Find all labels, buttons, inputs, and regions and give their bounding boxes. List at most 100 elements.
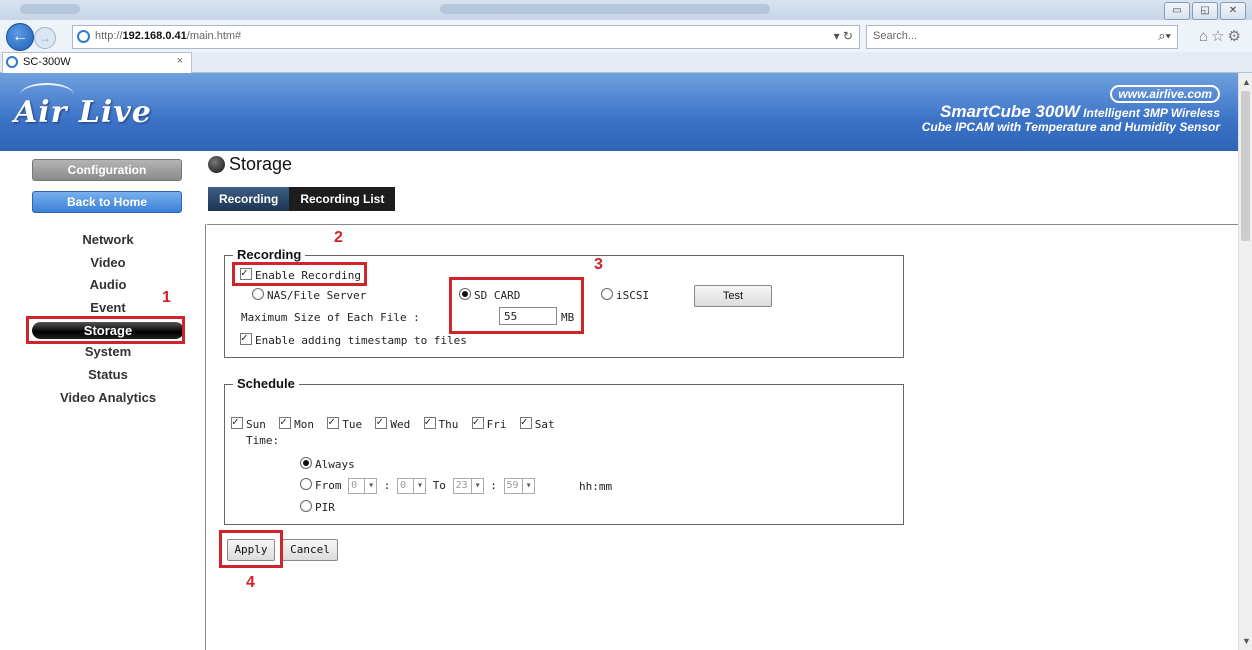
colon: : — [383, 479, 391, 492]
back-to-home-button[interactable]: Back to Home — [32, 191, 182, 213]
iscsi-label: iSCSI — [616, 289, 650, 302]
search-placeholder: Search... — [873, 30, 918, 42]
iscsi-radio[interactable]: iSCSI — [601, 288, 649, 302]
titlebar-blur — [20, 4, 80, 14]
test-button[interactable]: Test — [694, 285, 772, 307]
sidebar-item-video-analytics[interactable]: Video Analytics — [28, 387, 188, 410]
weekday-checkboxes: Sun Mon Tue Wed Thu Fri Sat — [231, 415, 555, 431]
window-controls: ▭ ◱ ✕ — [1164, 2, 1246, 20]
chevron-down-icon: ▾ — [470, 479, 481, 493]
cancel-button[interactable]: Cancel — [282, 539, 338, 561]
nas-radio[interactable]: NAS/File Server — [252, 288, 366, 302]
tab-recording-list[interactable]: Recording List — [289, 187, 396, 211]
day-label: Sat — [534, 418, 555, 431]
day-checkbox-fri[interactable]: Fri — [471, 415, 507, 431]
url-path: /main.htm# — [186, 30, 242, 42]
checkbox-checked-icon — [279, 415, 292, 429]
ie-icon — [6, 56, 18, 68]
address-url: http://192.168.0.41/main.htm# — [95, 30, 241, 42]
radio-empty-icon — [300, 478, 312, 490]
product-name: SmartCube 300W — [940, 102, 1080, 121]
url-prefix: http:// — [95, 30, 123, 42]
minimize-button[interactable]: ▭ — [1164, 2, 1190, 20]
scroll-down-icon[interactable]: ▼ — [1242, 636, 1251, 646]
refresh-icon[interactable]: ▾ ↻ — [834, 29, 853, 43]
search-input[interactable]: Search... ⌕▾ — [866, 25, 1178, 49]
checkbox-checked-icon — [375, 415, 388, 429]
day-label: Tue — [342, 418, 363, 431]
sidebar-item-system[interactable]: System — [28, 341, 188, 364]
radio-empty-icon — [601, 288, 613, 300]
product-caption: SmartCube 300W Intelligent 3MP Wireless … — [921, 102, 1220, 134]
checkbox-checked-icon — [519, 415, 532, 429]
tab-recording[interactable]: Recording — [208, 187, 290, 213]
annotation-box-apply — [219, 530, 283, 568]
day-label: Thu — [438, 418, 459, 431]
browser-toolbar-icons[interactable]: ⌂☆⚙ — [1199, 27, 1244, 45]
pir-radio[interactable]: PIR — [300, 500, 335, 514]
sidebar-item-status[interactable]: Status — [28, 364, 188, 387]
annotation-number-1: 1 — [162, 289, 171, 306]
day-checkbox-sun[interactable]: Sun — [231, 415, 266, 431]
content-left-border — [205, 224, 206, 650]
close-window-button[interactable]: ✕ — [1220, 2, 1246, 20]
colon: : — [490, 479, 497, 492]
to-minute-value: 59 — [506, 480, 519, 491]
chevron-down-icon: ▾ — [413, 479, 423, 493]
day-checkbox-wed[interactable]: Wed — [375, 415, 411, 431]
checkbox-checked-icon — [471, 415, 484, 429]
time-label: Time: — [246, 434, 280, 447]
titlebar-blur — [440, 4, 770, 14]
day-label: Wed — [390, 418, 411, 431]
to-minute-select[interactable]: 59 ▾ — [503, 478, 535, 494]
address-bar[interactable]: http://192.168.0.41/main.htm# ▾ ↻ — [72, 25, 860, 49]
day-checkbox-tue[interactable]: Tue — [327, 415, 363, 431]
checkbox-checked-icon — [327, 415, 340, 429]
forward-button[interactable]: → — [34, 27, 56, 49]
vertical-scrollbar[interactable]: ▲ ▼ — [1238, 73, 1252, 650]
product-line1: Intelligent 3MP Wireless — [1079, 106, 1220, 120]
url-host: 192.168.0.41 — [122, 30, 187, 42]
always-label: Always — [315, 458, 355, 471]
day-label: Fri — [486, 418, 507, 431]
annotation-number-2: 2 — [334, 229, 343, 246]
site-link[interactable]: www.airlive.com — [1110, 85, 1220, 103]
day-checkbox-thu[interactable]: Thu — [423, 415, 459, 431]
tab-close-icon[interactable]: × — [177, 55, 183, 67]
sidebar-item-network[interactable]: Network — [28, 229, 188, 252]
from-hour-select[interactable]: 0 ▾ — [348, 478, 378, 494]
browser-tab[interactable]: SC-300W × — [2, 52, 192, 73]
radio-empty-icon — [252, 288, 264, 300]
from-minute-select[interactable]: 0 ▾ — [397, 478, 427, 494]
scroll-up-icon[interactable]: ▲ — [1242, 77, 1251, 87]
checkbox-checked-icon — [231, 415, 243, 429]
window-titlebar: ▭ ◱ ✕ — [0, 0, 1252, 20]
annotation-number-4: 4 — [246, 574, 255, 591]
from-radio[interactable]: From 0 ▾ : 0 ▾ To 23 ▾ : 59 ▾ — [300, 478, 535, 494]
day-checkbox-mon[interactable]: Mon — [279, 415, 314, 431]
timestamp-checkbox[interactable]: Enable adding timestamp to files — [240, 331, 467, 347]
product-line2: Cube IPCAM with Temperature and Humidity… — [921, 120, 1220, 134]
from-label: From — [315, 479, 342, 492]
search-icon[interactable]: ⌕▾ — [1158, 28, 1171, 44]
recording-legend: Recording — [233, 247, 306, 262]
from-minute-value: 0 — [400, 480, 407, 491]
configuration-button[interactable]: Configuration — [32, 159, 182, 181]
checkbox-checked-icon — [423, 415, 436, 429]
storage-tabs: Recording Recording List — [208, 187, 396, 213]
scroll-thumb[interactable] — [1241, 91, 1250, 241]
timestamp-label: Enable adding timestamp to files — [255, 334, 467, 347]
nas-label: NAS/File Server — [267, 289, 367, 302]
sidebar-item-video[interactable]: Video — [28, 252, 188, 275]
pir-label: PIR — [315, 501, 335, 514]
day-label: Mon — [294, 418, 314, 431]
always-radio[interactable]: Always — [300, 457, 355, 471]
time-unit-label: hh:mm — [579, 480, 613, 493]
day-checkbox-sat[interactable]: Sat — [519, 415, 555, 431]
checkbox-checked-icon — [240, 331, 252, 345]
back-button[interactable]: ← — [6, 23, 34, 51]
to-hour-select[interactable]: 23 ▾ — [452, 478, 484, 494]
maximize-button[interactable]: ◱ — [1192, 2, 1218, 20]
from-hour-value: 0 — [351, 480, 358, 491]
content-divider — [207, 224, 1238, 225]
